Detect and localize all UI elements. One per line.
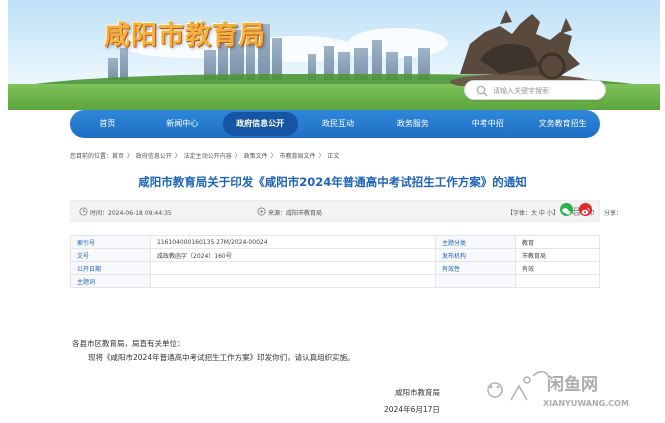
- breadcrumb-policy[interactable]: 政策文件: [244, 153, 268, 160]
- nav-item-gov-info[interactable]: 政府信息公开: [222, 112, 298, 136]
- info-value: [515, 274, 600, 288]
- salutation: 各县市区教育局，局直有关单位：: [72, 339, 185, 348]
- search-input[interactable]: [493, 83, 601, 98]
- nav-item-exams[interactable]: 中考中招: [450, 112, 525, 136]
- breadcrumb-gov-info[interactable]: 政府信息公开: [136, 153, 172, 160]
- info-label: [435, 274, 516, 288]
- wechat-icon: [562, 208, 571, 215]
- breadcrumb-separator: 〉: [270, 153, 277, 160]
- main-nav: 首页 新闻中心 政府信息公开 政民互动 政务服务 中考中招 文务教育招生: [70, 110, 600, 138]
- breadcrumb-bureau-docs[interactable]: 市教育局文件: [280, 153, 316, 160]
- chariot-statue-icon: [450, 10, 590, 86]
- nav-item-home[interactable]: 首页: [70, 112, 145, 136]
- info-value: 116104000160135 27M/2024-00024: [150, 235, 436, 249]
- breadcrumb: 您目前的位置：首页 〉 政府信息公开 〉 法定主动公开内容 〉 政策文件 〉 市…: [70, 151, 340, 160]
- search-icon[interactable]: [476, 85, 488, 97]
- info-label: 主题词: [70, 274, 151, 288]
- site-logo[interactable]: 咸阳市教育局: [104, 15, 266, 52]
- info-label: 有效性: [435, 261, 516, 275]
- table-row: 文号 咸政教函字（2024）160号 发布机构 市教育局: [70, 248, 600, 262]
- publish-time: 时间：2024-06-18 09:44:35: [90, 210, 172, 217]
- breadcrumb-current: 正文: [327, 153, 340, 160]
- article-title: 咸阳市教育局关于印发《咸阳市2024年普通高中考试招生工作方案》的通知: [138, 175, 527, 189]
- page: 咸阳市教育局 首页 新闻中心 政府信息公开 政民互动 政务服务 中考中招 文务教…: [0, 0, 665, 423]
- table-row: 公开日期 有效性 有效: [70, 261, 600, 275]
- watermark-en: XIANYUWANG.COM: [543, 399, 629, 408]
- info-value: 教育: [515, 235, 600, 249]
- info-label: 发布机构: [435, 248, 516, 262]
- font-size-control[interactable]: 【字体：大 中 小】: [507, 208, 559, 217]
- header-banner: 咸阳市教育局: [8, 0, 660, 110]
- source-icon: [257, 207, 266, 216]
- signature: 咸阳市教育局: [395, 388, 440, 397]
- weibo-icon: [581, 207, 590, 215]
- info-value: [150, 261, 436, 275]
- info-label: 主题分类: [435, 235, 516, 249]
- article-meta-bar: 时间：2024-06-18 09:44:35 来源：咸阳市教育局 【字体：大 中…: [70, 200, 622, 222]
- table-row: 主题词: [70, 274, 600, 288]
- breadcrumb-separator: 〉: [234, 153, 241, 160]
- watermark-logo: 闲鱼网 XIANYUWANG.COM: [487, 370, 629, 408]
- body-paragraph: 现将《咸阳市2024年普通高中考试招生工作方案》印发你们，请认真组织实施。: [88, 353, 355, 362]
- info-value: 咸政教函字（2024）160号: [150, 248, 436, 262]
- issue-date: 2024年6月17日: [384, 405, 440, 414]
- document-info-table: 索引号 116104000160135 27M/2024-00024 主题分类 …: [70, 235, 600, 288]
- breadcrumb-separator: 〉: [174, 153, 181, 160]
- nav-item-enrollment[interactable]: 文务教育招生: [525, 112, 600, 136]
- table-row: 索引号 116104000160135 27M/2024-00024 主题分类 …: [70, 235, 600, 249]
- article-source: 来源：咸阳市教育局: [268, 210, 323, 217]
- info-label: 文号: [70, 248, 151, 262]
- nav-item-services[interactable]: 政务服务: [375, 112, 450, 136]
- breadcrumb-separator: 〉: [318, 153, 325, 160]
- weibo-share-icon[interactable]: [579, 203, 592, 216]
- info-value: [150, 274, 436, 288]
- info-label: 公开日期: [70, 261, 151, 275]
- breadcrumb-home[interactable]: 您目前的位置：首页: [70, 153, 124, 160]
- info-value: 有效: [515, 261, 600, 275]
- nav-item-news[interactable]: 新闻中心: [145, 112, 220, 136]
- watermark-cn: 闲鱼网: [547, 374, 598, 395]
- search-box[interactable]: [464, 80, 606, 100]
- breadcrumb-statutory[interactable]: 法定主动公开内容: [184, 153, 232, 160]
- wechat-share-icon[interactable]: [560, 203, 573, 216]
- building: [120, 48, 128, 80]
- share-label: 分享：: [604, 210, 623, 217]
- nav-item-interaction[interactable]: 政民互动: [301, 112, 376, 136]
- breadcrumb-separator: 〉: [126, 153, 133, 160]
- info-label: 索引号: [70, 235, 151, 249]
- info-value: 市教育局: [515, 248, 600, 262]
- clock-icon: [79, 207, 88, 216]
